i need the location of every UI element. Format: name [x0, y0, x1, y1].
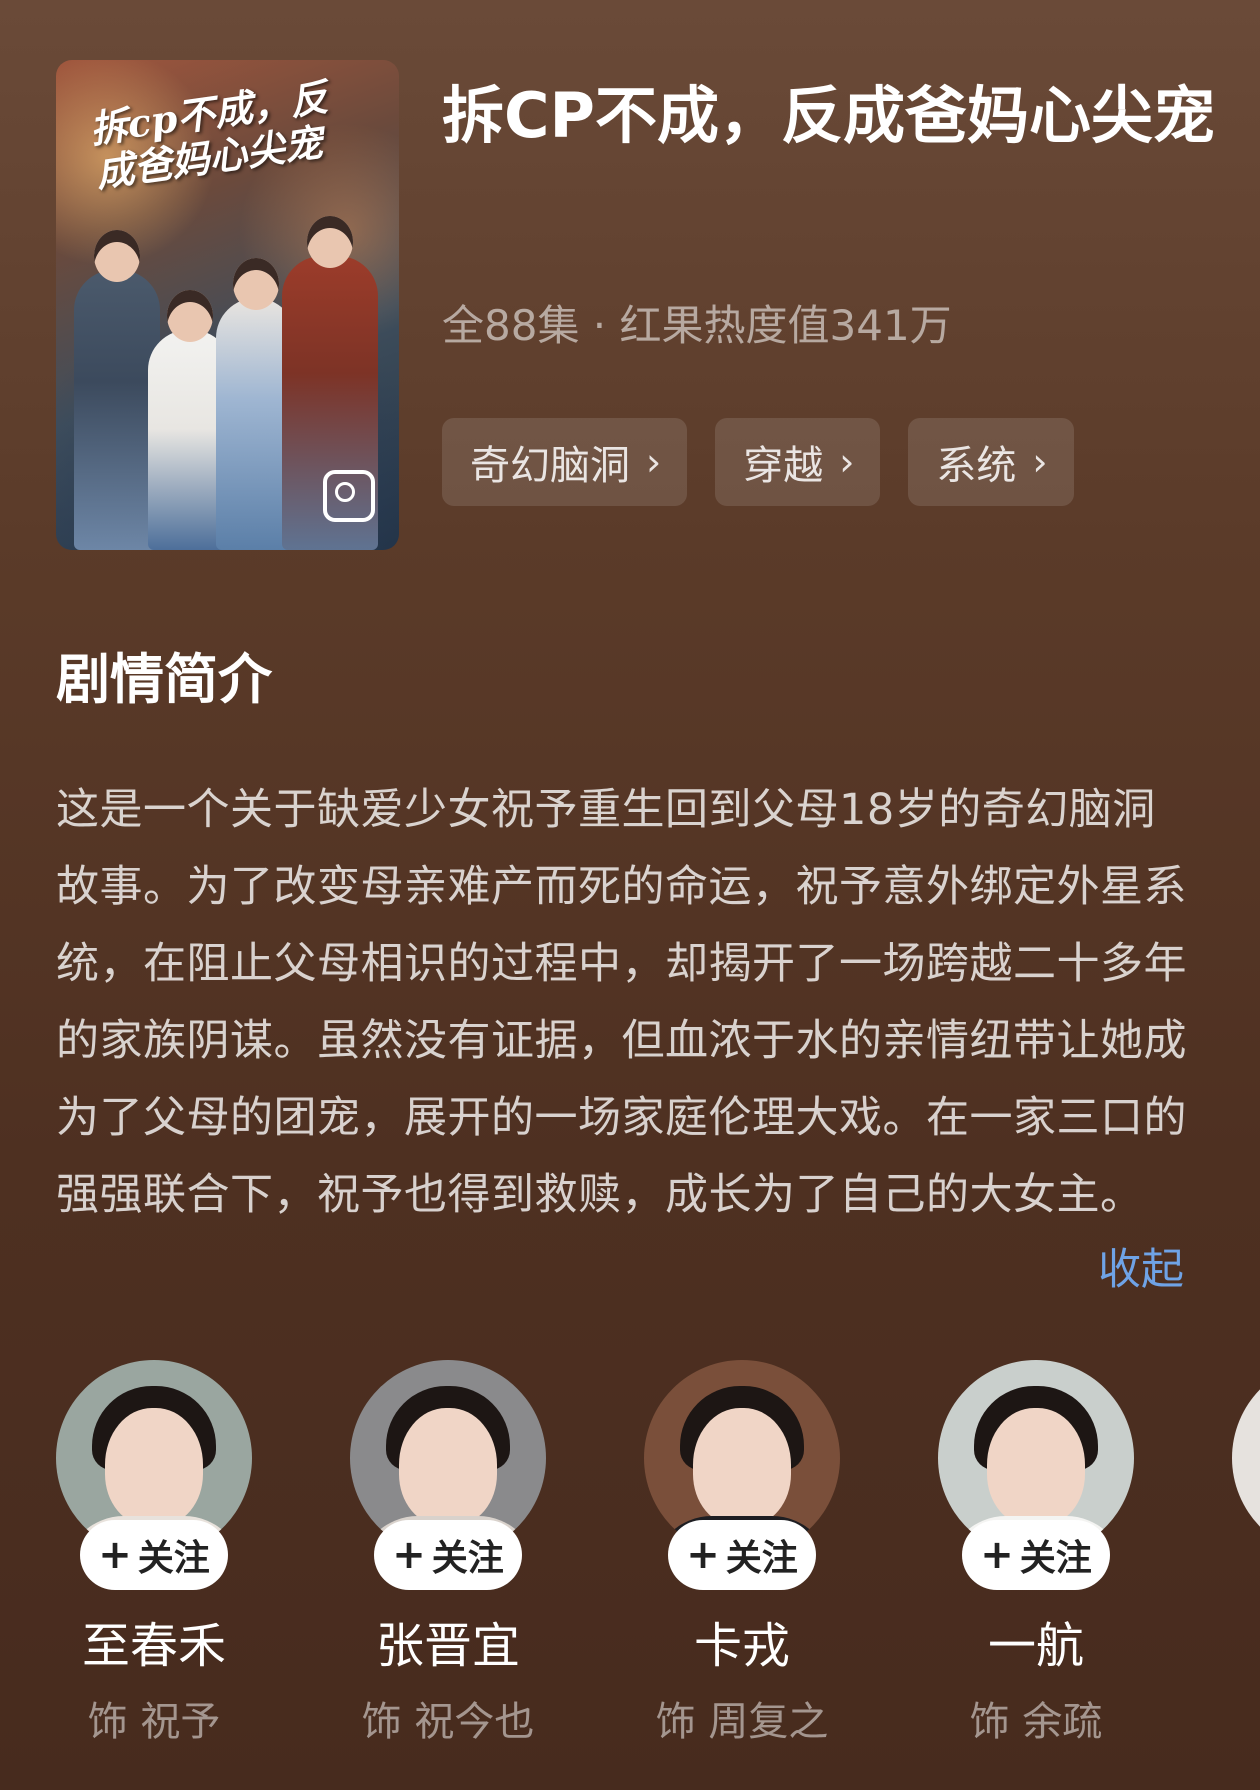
role-name: 饰 祝予	[87, 1699, 221, 1745]
cast-card-partial[interactable]	[1232, 1360, 1260, 1760]
plus-icon: +	[980, 1532, 1014, 1578]
gallery-icon[interactable]	[323, 470, 375, 522]
role-name: 饰 周复之	[655, 1699, 829, 1745]
actor-name: 一航	[987, 1618, 1084, 1674]
tag-label: 系统	[936, 443, 1017, 489]
follow-label: 关注	[1019, 1538, 1092, 1579]
cast-card[interactable]: + 关注 至春禾 饰 祝予	[56, 1360, 252, 1760]
follow-label: 关注	[137, 1538, 210, 1579]
drama-title: 拆CP不成，反成爸妈心尖宠	[442, 79, 1215, 152]
cast-card[interactable]: + 关注 张晋宜 饰 祝今也	[350, 1360, 546, 1760]
tag-chip[interactable]: 系统 ›	[908, 418, 1074, 506]
follow-button[interactable]: + 关注	[962, 1520, 1110, 1590]
cast-card[interactable]: + 关注 一航 饰 余疏	[938, 1360, 1134, 1760]
actor-name: 张晋宜	[375, 1618, 520, 1674]
plus-icon: +	[392, 1532, 426, 1578]
follow-button[interactable]: + 关注	[374, 1520, 522, 1590]
synopsis-text: 这是一个关于缺爱少女祝予重生回到父母18岁的奇幻脑洞故事。为了改变母亲难产而死的…	[56, 785, 1187, 1220]
collapse-link[interactable]: 收起	[1098, 1232, 1184, 1309]
drama-poster[interactable]: 拆cp不成，反成爸妈心尖宠	[56, 60, 399, 550]
follow-button[interactable]: + 关注	[668, 1520, 816, 1590]
chevron-right-icon: ›	[646, 440, 662, 484]
tag-chip[interactable]: 奇幻脑洞 ›	[442, 418, 688, 506]
chevron-right-icon: ›	[1032, 440, 1048, 484]
actor-name: 卡戎	[693, 1618, 790, 1674]
plus-icon: +	[686, 1532, 720, 1578]
role-name: 饰 祝今也	[361, 1699, 535, 1745]
avatar[interactable]	[1232, 1360, 1260, 1556]
tag-chip[interactable]: 穿越 ›	[715, 418, 881, 506]
cast-list: + 关注 至春禾 饰 祝予 + 关注 张晋宜 饰 祝今也 + 关注 卡戎 饰 周…	[56, 1360, 1260, 1760]
follow-button[interactable]: + 关注	[80, 1520, 228, 1590]
tag-label: 奇幻脑洞	[470, 443, 630, 489]
follow-label: 关注	[431, 1538, 504, 1579]
role-name: 饰 余疏	[969, 1699, 1103, 1745]
chevron-right-icon: ›	[839, 440, 855, 484]
tag-label: 穿越	[743, 443, 824, 489]
drama-meta: 全88集 · 红果热度值341万	[442, 301, 952, 350]
plus-icon: +	[98, 1532, 132, 1578]
cast-card[interactable]: + 关注 卡戎 饰 周复之	[644, 1360, 840, 1760]
drama-header: 拆cp不成，反成爸妈心尖宠 拆CP不成，反成爸妈心尖宠 全88集 · 红果热度值…	[56, 60, 1236, 550]
follow-label: 关注	[725, 1538, 798, 1579]
synopsis-heading: 剧情简介	[56, 648, 272, 711]
tag-list: 奇幻脑洞 › 穿越 › 系统 ›	[442, 418, 1074, 506]
actor-name: 至春禾	[81, 1618, 226, 1674]
